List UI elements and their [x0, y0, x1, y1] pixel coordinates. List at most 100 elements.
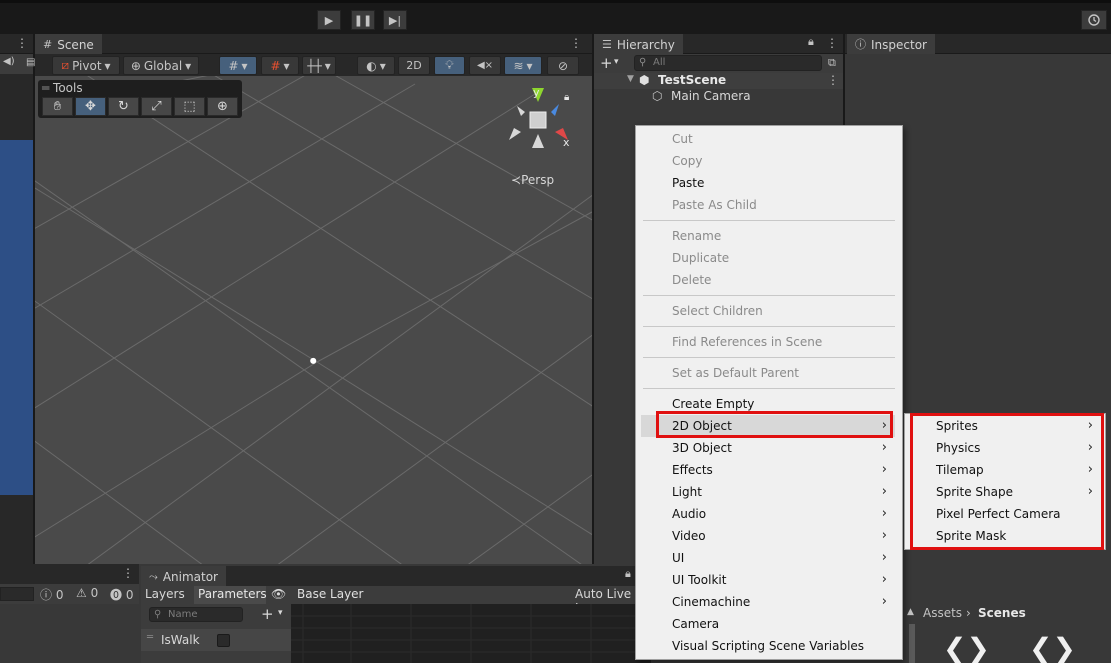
project-scrollbar[interactable] — [909, 624, 915, 663]
log-count[interactable]: ⓘ 0 — [40, 586, 63, 603]
hierarchy-search-input[interactable]: ⚲ All — [634, 55, 822, 71]
menu-item-duplicate[interactable]: Duplicate — [672, 247, 729, 269]
menu-item-copy[interactable]: Copy — [672, 150, 702, 172]
chevron-down-icon[interactable]: ▾ — [278, 608, 283, 618]
chevron-down-icon[interactable]: ▾ — [614, 57, 619, 67]
scene-view[interactable]: ⏺ y x 🔒︎ ≺Persp — [35, 54, 592, 564]
step-button[interactable]: ▶| — [383, 10, 407, 30]
tab-layers[interactable]: Layers — [145, 587, 185, 601]
parameter-bool-checkbox[interactable] — [217, 634, 230, 647]
menu-item-visual-scripting-variables[interactable]: Visual Scripting Scene Variables — [672, 635, 864, 657]
error-icon: ⓿ — [110, 588, 123, 602]
menu-item-cut[interactable]: Cut — [672, 128, 693, 150]
breadcrumb-root[interactable]: Assets — [923, 606, 962, 620]
menu-item-find-references[interactable]: Find References in Scene — [672, 331, 822, 353]
console-menu-icon[interactable]: ⋮ — [122, 566, 134, 580]
menu-item-paste[interactable]: Paste — [672, 172, 704, 194]
console-search-input[interactable] — [0, 587, 34, 601]
global-dropdown[interactable]: ⊕ Global ▾ — [123, 56, 199, 75]
eye-icon[interactable]: 👁︎ — [271, 587, 286, 601]
menu-separator — [643, 326, 895, 327]
scene-row-menu-icon[interactable]: ⋮ — [827, 73, 839, 87]
submenu-arrow-icon: › — [881, 528, 887, 543]
tab-animator[interactable]: ⤳ Animator — [141, 566, 226, 586]
tab-inspector[interactable]: ⓘ Inspector — [847, 34, 935, 54]
lock-icon[interactable]: 🔒︎ — [625, 567, 631, 581]
increment-snap-toggle[interactable]: # ▾ — [261, 56, 299, 75]
menu-item-light[interactable]: Light — [672, 481, 702, 503]
scene-visibility-icon[interactable]: ⧉ — [828, 56, 836, 70]
scene-tabbar: # Scene ⋮ — [35, 34, 592, 54]
error-count[interactable]: ⓿ 0 — [110, 586, 133, 603]
play-button[interactable]: ▶ — [317, 10, 341, 30]
add-parameter-icon[interactable]: + — [261, 605, 274, 623]
drag-handle-icon[interactable]: ═ — [42, 81, 53, 95]
move-tool[interactable]: ✥ — [75, 97, 106, 116]
scene-asset-icon[interactable]: ❮❯ — [943, 632, 990, 663]
menu-item-effects[interactable]: Effects — [672, 459, 713, 481]
2d-toggle[interactable]: 2D — [398, 56, 430, 75]
menu-item-delete[interactable]: Delete — [672, 269, 711, 291]
inspector-tabbar: ⓘ Inspector — [845, 34, 1111, 54]
menu-item-audio[interactable]: Audio — [672, 503, 706, 525]
pause-button[interactable]: ❚❚ — [351, 10, 375, 30]
hierarchy-item[interactable]: ⬡ Main Camera — [594, 89, 843, 105]
chevron-up-icon[interactable]: ▲ — [907, 607, 914, 617]
log-count-value: 0 — [55, 588, 64, 602]
parameter-name: IsWalk — [161, 633, 200, 647]
menu-item-camera[interactable]: Camera — [672, 613, 719, 635]
transform-tool[interactable]: ⊕ — [207, 97, 238, 116]
audio-toggle[interactable]: ◀× — [469, 56, 501, 75]
menu-item-ui-toolkit[interactable]: UI Toolkit — [672, 569, 726, 591]
submenu-arrow-icon: › — [881, 572, 887, 587]
tab-parameters[interactable]: Parameters — [198, 587, 267, 601]
chevron-down-icon[interactable]: ▼ — [627, 74, 634, 84]
audio-icon[interactable]: ◀) — [3, 56, 15, 67]
visibility-toggle[interactable]: ⊘ — [547, 56, 579, 75]
shading-dropdown[interactable]: ◐ ▾ — [357, 56, 395, 75]
scale-tool[interactable]: ⤢ — [141, 97, 172, 116]
breadcrumb-current[interactable]: Scenes — [978, 606, 1026, 620]
lighting-toggle[interactable]: 💡︎ — [434, 56, 465, 75]
menu-item-set-default-parent[interactable]: Set as Default Parent — [672, 362, 799, 384]
menu-separator — [643, 220, 895, 221]
menu-item-video[interactable]: Video — [672, 525, 706, 547]
hierarchy-menu-icon[interactable]: ⋮ — [826, 36, 838, 50]
grid-snap-toggle[interactable]: # ▾ — [219, 56, 257, 75]
menu-item-ui[interactable]: UI — [672, 547, 684, 569]
menu-item-paste-as-child[interactable]: Paste As Child — [672, 194, 757, 216]
tab-hierarchy[interactable]: ☰ Hierarchy — [594, 34, 683, 54]
pivot-dropdown[interactable]: ⧄ Pivot ▾ — [52, 56, 120, 75]
rect-tool[interactable]: ⬚ — [174, 97, 205, 116]
projection-toggle[interactable]: ≺Persp — [511, 173, 554, 187]
menu-item-3d-object[interactable]: 3D Object — [672, 437, 732, 459]
add-icon[interactable]: + — [600, 54, 613, 72]
menu-item-select-children[interactable]: Select Children — [672, 300, 763, 322]
parameter-row[interactable]: ═ IsWalk — [141, 629, 291, 651]
scene-row[interactable]: ▼ ⬢ TestScene ⋮ — [594, 73, 843, 89]
scene-menu-icon[interactable]: ⋮ — [570, 36, 582, 50]
history-button[interactable] — [1081, 10, 1107, 30]
hand-tool[interactable]: ✋︎ — [42, 97, 73, 116]
gizmo-lock-icon[interactable]: 🔒︎ — [564, 92, 569, 103]
panel-menu-icon[interactable]: ⋮ — [16, 36, 28, 50]
animator-graph[interactable] — [291, 604, 651, 663]
menu-item-rename[interactable]: Rename — [672, 225, 721, 247]
warning-count[interactable]: ⚠ 0 — [76, 586, 98, 600]
rotate-tool[interactable]: ↻ — [108, 97, 139, 116]
menu-item-cinemachine[interactable]: Cinemachine — [672, 591, 750, 613]
parameter-search-input[interactable]: ⚲ Name — [149, 607, 243, 622]
pause-icon: ❚❚ — [353, 13, 373, 27]
gameobject-cube-icon: ⬡ — [652, 89, 663, 103]
effects-dropdown[interactable]: ≋ ▾ — [504, 56, 542, 75]
game-view-preview — [0, 140, 33, 495]
scene-asset-icon[interactable]: ❮❯ — [1029, 632, 1076, 663]
ruler-toggle[interactable]: ┼┼ ▾ — [302, 56, 336, 75]
globe-icon: ⊕ — [130, 58, 141, 73]
submenu-arrow-icon: › — [881, 594, 887, 609]
drag-handle-icon[interactable]: ═ — [147, 632, 153, 643]
tab-scene[interactable]: # Scene — [35, 34, 102, 54]
camera-gizmo-icon[interactable]: ⏺ — [310, 354, 317, 369]
breadcrumb[interactable]: Base Layer — [297, 587, 364, 601]
lock-icon[interactable]: 🔒︎ — [808, 35, 814, 49]
